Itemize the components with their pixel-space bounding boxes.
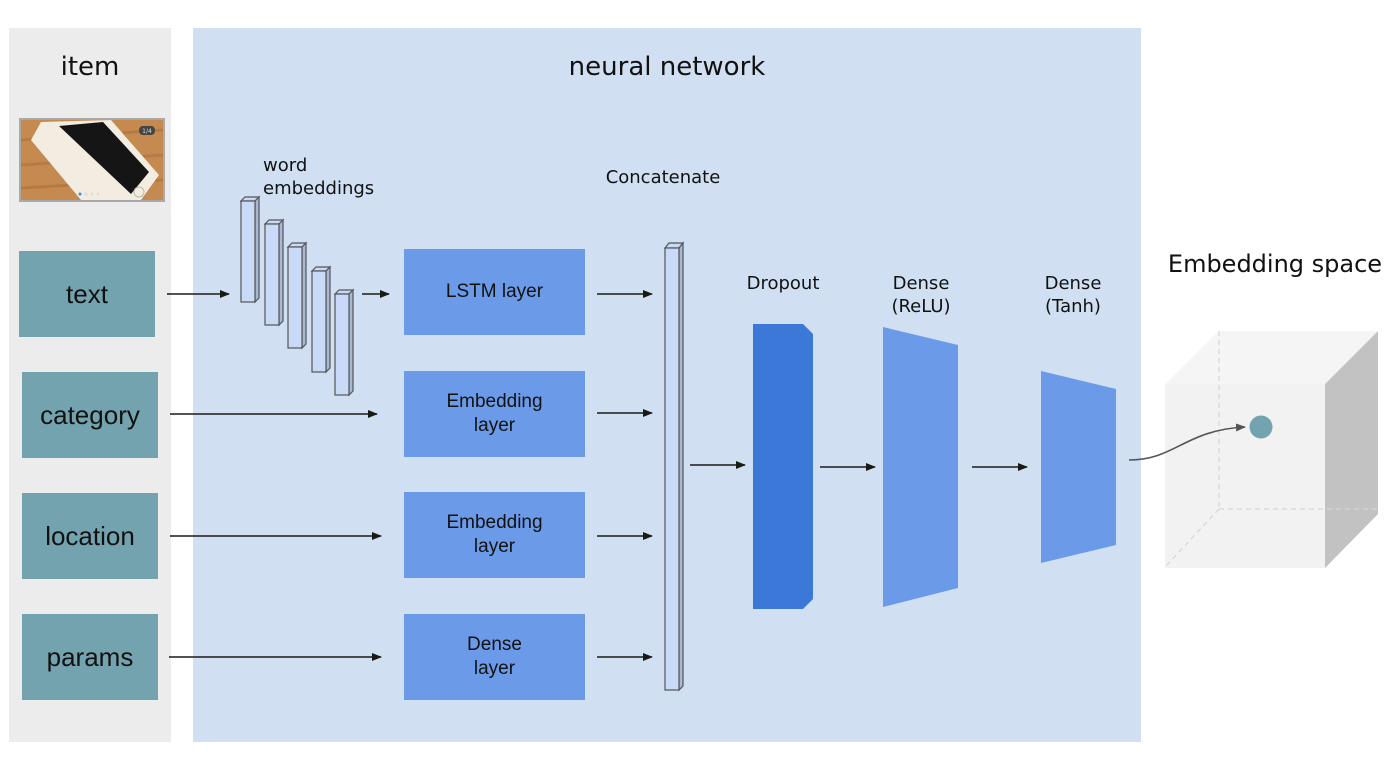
word-vector: [239, 195, 261, 304]
word-embedding-vectors: [239, 195, 355, 397]
dense-relu-layer: [883, 327, 958, 607]
dense-tanh-layer: [1041, 371, 1116, 563]
concatenate-vector: [663, 241, 685, 692]
word-vector: [263, 218, 285, 327]
word-vector: [286, 241, 308, 350]
diagram-shapes: [167, 195, 1378, 692]
word-vector: [310, 265, 332, 374]
embedding-point: [1249, 415, 1273, 439]
embedding-space-cube: [1128, 331, 1378, 568]
dropout-layer: [753, 324, 813, 609]
word-vector: [333, 288, 355, 397]
